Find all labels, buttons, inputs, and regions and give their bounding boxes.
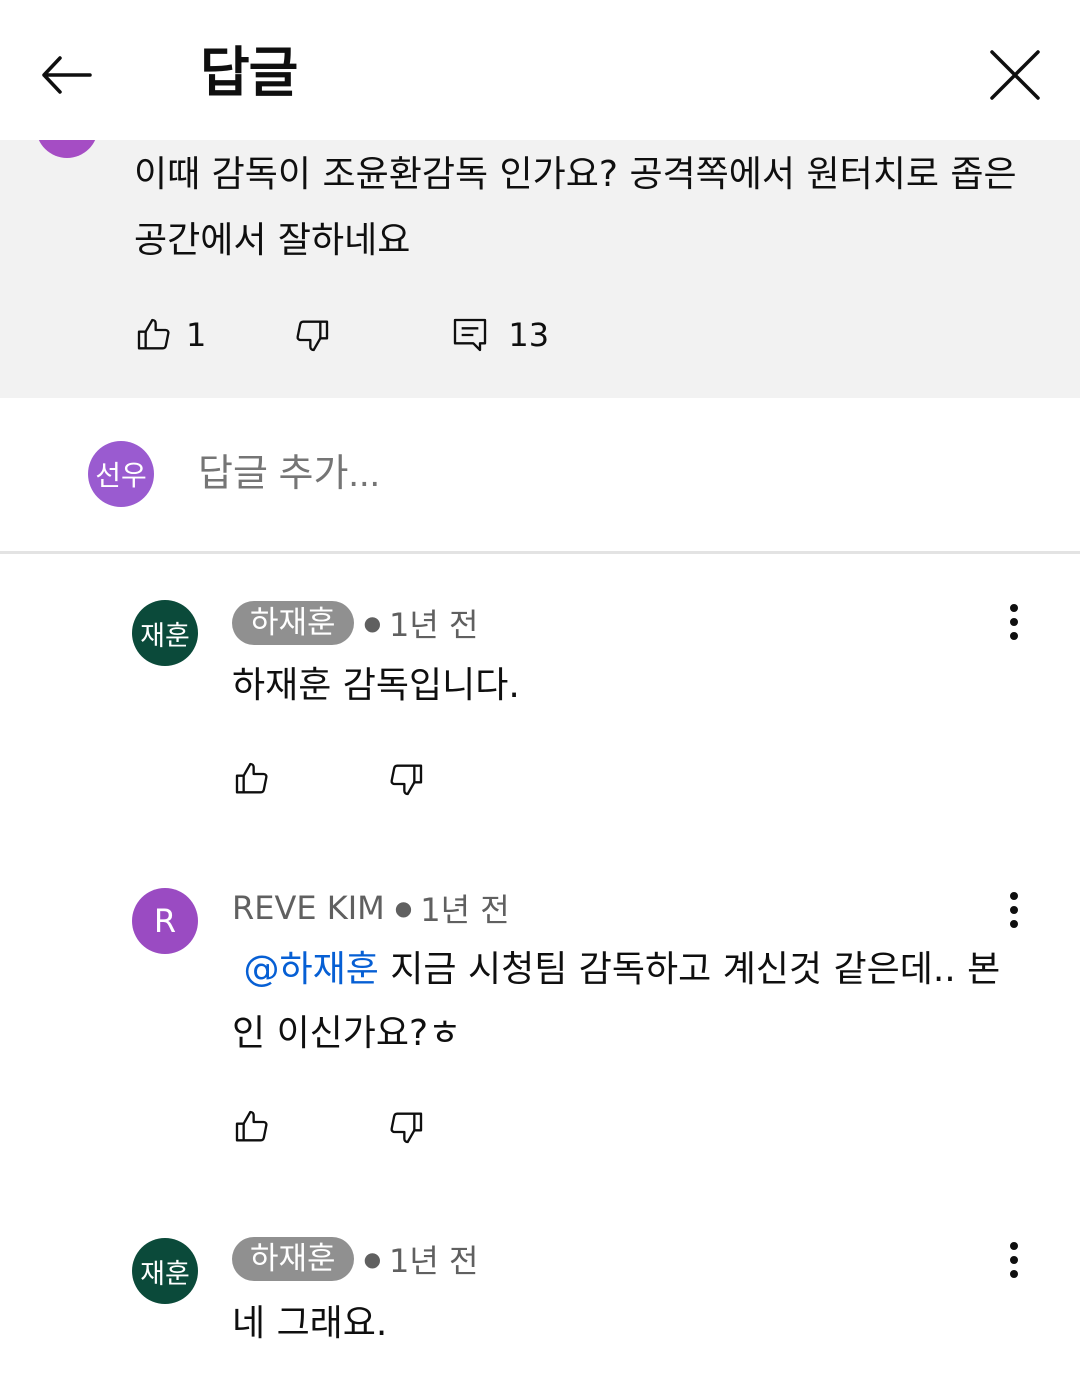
dislike-button[interactable] <box>292 315 332 355</box>
author-chip[interactable]: 하재훈 <box>232 1237 354 1281</box>
thumbs-up-icon <box>235 762 268 794</box>
more-options-button[interactable] <box>992 600 1036 644</box>
reply-item: 재훈 하재훈 ● 1년 전 하재훈 감독입니다. <box>0 556 1080 846</box>
more-options-button[interactable] <box>992 888 1036 932</box>
avatar[interactable]: 재훈 <box>132 600 198 666</box>
author-name[interactable]: REVE KIM <box>232 889 385 927</box>
parent-actions: 1 13 <box>134 312 549 358</box>
header: 답글 <box>0 0 1080 140</box>
thumbs-up-icon <box>137 318 170 350</box>
avatar[interactable]: 재훈 <box>132 1238 198 1304</box>
arrow-left-icon <box>42 56 92 94</box>
reply-item: 재훈 하재훈 ● 1년 전 네 그래요. <box>0 1196 1080 1374</box>
parent-comment: 이때 감독이 조윤환감독 인가요? 공격쪽에서 원터치로 좁은공간에서 잘하네요… <box>0 140 1080 398</box>
separator-dot: ● <box>363 611 382 635</box>
add-reply-row: 선우 <box>0 398 1080 554</box>
close-icon <box>990 50 1040 100</box>
parent-comment-text: 이때 감독이 조윤환감독 인가요? 공격쪽에서 원터치로 좁은공간에서 잘하네요 <box>134 154 1017 261</box>
author-chip[interactable]: 하재훈 <box>232 601 354 645</box>
reply-meta: 하재훈 ● 1년 전 <box>232 1236 478 1282</box>
back-button[interactable] <box>36 44 98 106</box>
avatar[interactable]: R <box>132 888 198 954</box>
thumbs-down-icon <box>390 1112 423 1144</box>
page-title: 답글 <box>200 41 298 104</box>
more-vert-icon <box>1010 892 1018 928</box>
more-options-button[interactable] <box>992 1238 1036 1282</box>
reply-actions <box>232 756 426 802</box>
reply-text: 하재훈 감독입니다. <box>232 665 520 706</box>
reply-meta: REVE KIM ● 1년 전 <box>232 886 510 930</box>
like-count: 1 <box>186 316 207 354</box>
thumbs-down-icon <box>390 764 423 796</box>
avatar[interactable]: 선우 <box>88 441 154 507</box>
thumbs-down-icon <box>296 320 329 352</box>
timestamp: 1년 전 <box>389 1242 479 1280</box>
reply-count: 13 <box>508 316 550 354</box>
close-button[interactable] <box>984 44 1046 106</box>
dislike-button[interactable] <box>386 759 426 799</box>
timestamp: 1년 전 <box>389 606 479 644</box>
timestamp: 1년 전 <box>420 891 510 929</box>
reply-input[interactable] <box>198 446 998 502</box>
dislike-button[interactable] <box>386 1107 426 1147</box>
more-vert-icon <box>1010 1242 1018 1278</box>
separator-dot: ● <box>394 896 413 920</box>
reply-meta: 하재훈 ● 1년 전 <box>232 600 478 646</box>
separator-dot: ● <box>363 1247 382 1271</box>
comment-icon <box>454 318 487 352</box>
thumbs-up-icon <box>235 1110 268 1142</box>
reply-text: 네 그래요. <box>232 1303 388 1344</box>
like-button[interactable] <box>232 1107 272 1147</box>
reply-actions <box>232 1104 426 1150</box>
mention-link[interactable]: @하재훈 <box>243 949 378 990</box>
more-vert-icon <box>1010 604 1018 640</box>
reply-item: R REVE KIM ● 1년 전 @하재훈 지금 시청팀 감독하고 계신것 같… <box>0 846 1080 1196</box>
replies-button[interactable]: 13 <box>450 315 549 355</box>
parent-avatar[interactable] <box>36 140 98 158</box>
like-button[interactable] <box>232 759 272 799</box>
reply-text-container: @하재훈 지금 시청팀 감독하고 계신것 같은데.. 본인 이신가요?ㅎ <box>232 938 1022 1066</box>
like-button[interactable]: 1 <box>134 315 206 355</box>
